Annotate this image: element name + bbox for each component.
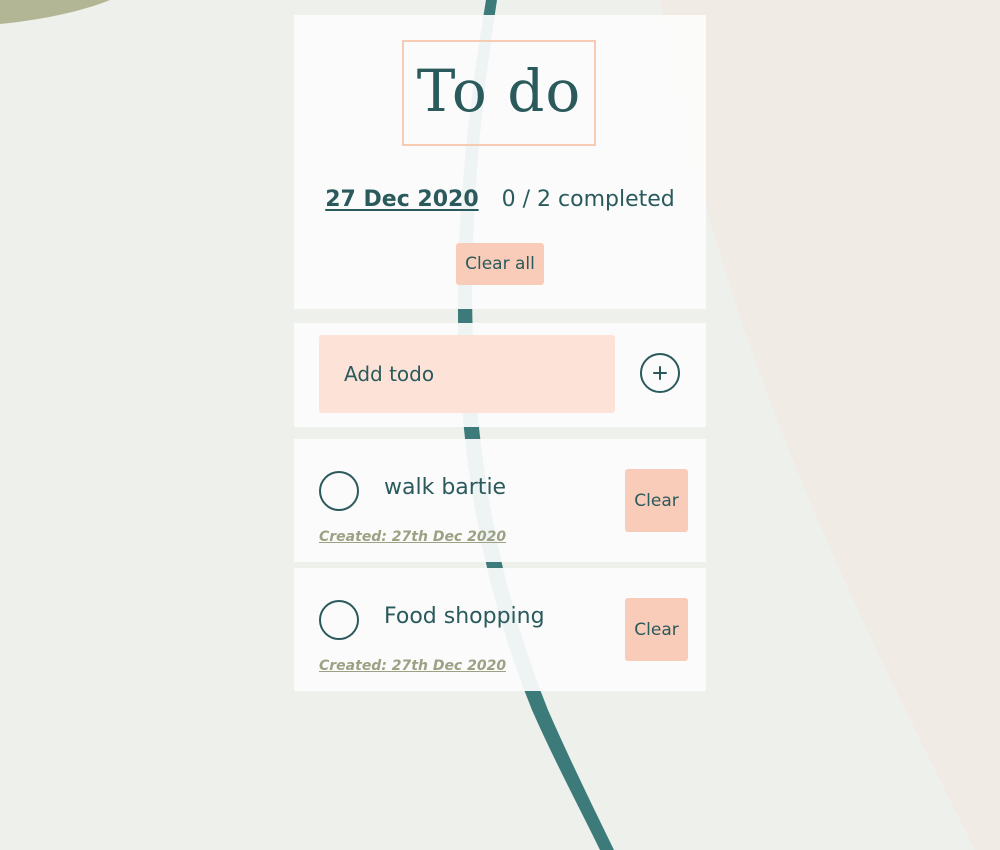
todo-text: Food shopping bbox=[384, 604, 545, 629]
page-title: To do bbox=[416, 57, 582, 125]
title-frame: To do bbox=[402, 40, 596, 146]
clear-todo-button[interactable]: Clear bbox=[625, 469, 688, 532]
add-todo-input[interactable] bbox=[319, 335, 615, 413]
todo-created-date: Created: 27th Dec 2020 bbox=[319, 529, 507, 545]
olive-arc-shape bbox=[0, 0, 110, 24]
todo-text: walk bartie bbox=[384, 475, 507, 500]
date-link[interactable]: 27 Dec 2020 bbox=[325, 187, 478, 212]
meta-row: 27 Dec 2020 0 / 2 completed bbox=[294, 187, 706, 212]
header-card: To do 27 Dec 2020 0 / 2 completed Clear … bbox=[294, 15, 706, 309]
complete-toggle[interactable] bbox=[319, 600, 359, 640]
todo-created-date: Created: 27th Dec 2020 bbox=[319, 658, 507, 674]
todo-item: walk bartie Created: 27th Dec 2020 Clear bbox=[294, 439, 706, 562]
plus-icon bbox=[653, 366, 667, 380]
complete-toggle[interactable] bbox=[319, 471, 359, 511]
clear-all-button[interactable]: Clear all bbox=[456, 243, 544, 285]
beige-arc-shape bbox=[660, 0, 1000, 850]
completed-count: 0 / 2 completed bbox=[501, 187, 675, 212]
clear-todo-button[interactable]: Clear bbox=[625, 598, 688, 661]
add-todo-card bbox=[294, 323, 706, 427]
add-todo-button[interactable] bbox=[640, 353, 680, 393]
todo-item: Food shopping Created: 27th Dec 2020 Cle… bbox=[294, 568, 706, 691]
